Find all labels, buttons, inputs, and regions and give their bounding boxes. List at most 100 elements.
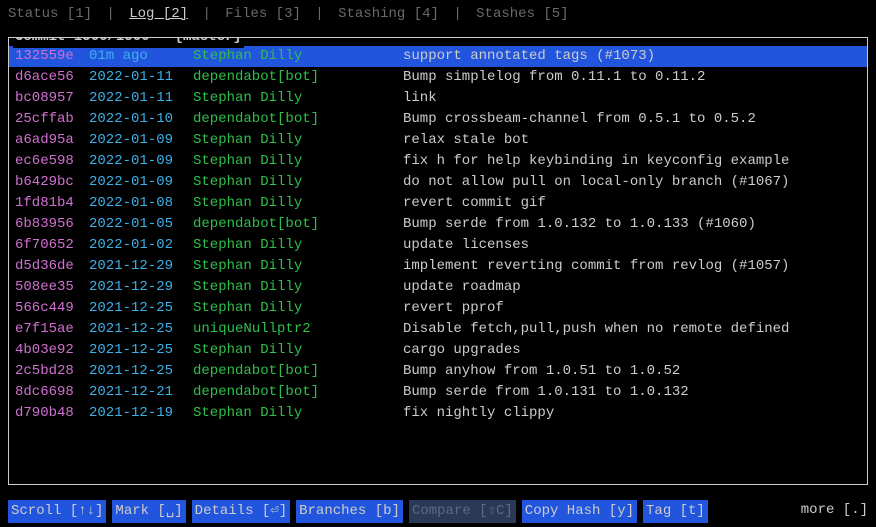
- commit-row[interactable]: 2c5bd282021-12-25dependabot[bot]Bump any…: [9, 361, 867, 382]
- commit-hash: 8dc6698: [15, 382, 89, 403]
- commit-row[interactable]: 4b03e922021-12-25Stephan Dillycargo upgr…: [9, 340, 867, 361]
- commit-row[interactable]: 508ee352021-12-29Stephan Dillyupdate roa…: [9, 277, 867, 298]
- commit-date: 2021-12-29: [89, 277, 193, 298]
- commit-message: fix h for help keybinding in keyconfig e…: [403, 151, 861, 172]
- commit-row[interactable]: ec6e5982022-01-09Stephan Dillyfix h for …: [9, 151, 867, 172]
- tab-bar: Status [1] | Log [2] | Files [3] | Stash…: [8, 4, 868, 31]
- commit-row[interactable]: 6f706522022-01-02Stephan Dillyupdate lic…: [9, 235, 867, 256]
- commit-hash: d790b48: [15, 403, 89, 424]
- commit-message: Bump crossbeam-channel from 0.5.1 to 0.5…: [403, 109, 861, 130]
- commit-author: Stephan Dilly: [193, 340, 403, 361]
- scrollbar-thumb[interactable]: [859, 48, 865, 58]
- commit-row[interactable]: 566c4492021-12-25Stephan Dillyrevert ppr…: [9, 298, 867, 319]
- commit-row[interactable]: d5d36de2021-12-29Stephan Dillyimplement …: [9, 256, 867, 277]
- commit-author: Stephan Dilly: [193, 256, 403, 277]
- commit-row[interactable]: 8dc66982021-12-21dependabot[bot]Bump ser…: [9, 382, 867, 403]
- commit-row[interactable]: 1fd81b42022-01-08Stephan Dillyrevert com…: [9, 193, 867, 214]
- commit-date: 2022-01-09: [89, 151, 193, 172]
- footer-command[interactable]: Tag [t]: [643, 500, 708, 523]
- commit-date: 2021-12-25: [89, 361, 193, 382]
- commit-author: Stephan Dilly: [193, 88, 403, 109]
- commit-row[interactable]: 25cffab2022-01-10dependabot[bot]Bump cro…: [9, 109, 867, 130]
- commit-hash: 4b03e92: [15, 340, 89, 361]
- commit-message: cargo upgrades: [403, 340, 861, 361]
- tab-files[interactable]: Files [3]: [225, 6, 301, 22]
- commit-row[interactable]: d6ace562022-01-11dependabot[bot]Bump sim…: [9, 67, 867, 88]
- tab-separator: |: [315, 6, 323, 22]
- commit-date: 2021-12-25: [89, 340, 193, 361]
- commit-message: fix nightly clippy: [403, 403, 861, 424]
- panel-title: Commit 1566/1566 - {master}: [13, 37, 244, 48]
- commit-message: update licenses: [403, 235, 861, 256]
- commit-message: Bump serde from 1.0.131 to 1.0.132: [403, 382, 861, 403]
- commit-author: Stephan Dilly: [193, 46, 403, 67]
- commit-message: Disable fetch,pull,push when no remote d…: [403, 319, 861, 340]
- commit-message: revert pprof: [403, 298, 861, 319]
- commit-hash: 2c5bd28: [15, 361, 89, 382]
- commit-author: Stephan Dilly: [193, 235, 403, 256]
- commit-message: relax stale bot: [403, 130, 861, 151]
- footer-commands: Scroll [↑↓] Mark [␣] Details [⏎] Branches […: [8, 500, 868, 523]
- commit-message: implement reverting commit from revlog (…: [403, 256, 861, 277]
- commit-date: 2022-01-10: [89, 109, 193, 130]
- commit-hash: ec6e598: [15, 151, 89, 172]
- commit-row[interactable]: b6429bc2022-01-09Stephan Dillydo not all…: [9, 172, 867, 193]
- footer-command[interactable]: Scroll [↑↓]: [8, 500, 106, 523]
- commit-hash: d6ace56: [15, 67, 89, 88]
- tab-separator: |: [453, 6, 461, 22]
- more-commands[interactable]: more [.]: [801, 500, 868, 521]
- commit-author: Stephan Dilly: [193, 403, 403, 424]
- commit-message: link: [403, 88, 861, 109]
- commit-date: 2022-01-11: [89, 67, 193, 88]
- commit-list[interactable]: 132559e01m agoStephan Dillysupport annot…: [9, 38, 867, 424]
- commit-row[interactable]: e7f15ae2021-12-25uniqueNullptr2Disable f…: [9, 319, 867, 340]
- footer-command[interactable]: Branches [b]: [296, 500, 403, 523]
- commit-date: 2022-01-11: [89, 88, 193, 109]
- commit-hash: b6429bc: [15, 172, 89, 193]
- commit-hash: bc08957: [15, 88, 89, 109]
- commit-date: 2021-12-29: [89, 256, 193, 277]
- commit-author: dependabot[bot]: [193, 382, 403, 403]
- commit-row[interactable]: d790b482021-12-19Stephan Dillyfix nightl…: [9, 403, 867, 424]
- commit-message: update roadmap: [403, 277, 861, 298]
- commit-row[interactable]: 132559e01m agoStephan Dillysupport annot…: [9, 46, 867, 67]
- tab-status[interactable]: Status [1]: [8, 6, 92, 22]
- commit-author: Stephan Dilly: [193, 151, 403, 172]
- footer-command[interactable]: Details [⏎]: [192, 500, 290, 523]
- commit-author: uniqueNullptr2: [193, 319, 403, 340]
- footer-command[interactable]: Mark [␣]: [112, 500, 185, 523]
- commit-row[interactable]: 6b839562022-01-05dependabot[bot]Bump ser…: [9, 214, 867, 235]
- tab-separator: |: [202, 6, 210, 22]
- commit-hash: 566c449: [15, 298, 89, 319]
- footer-command[interactable]: Copy Hash [y]: [522, 500, 637, 523]
- tab-log[interactable]: Log [2]: [129, 6, 188, 22]
- commit-message: Bump simplelog from 0.11.1 to 0.11.2: [403, 67, 861, 88]
- commit-date: 2021-12-21: [89, 382, 193, 403]
- tab-stashes[interactable]: Stashes [5]: [476, 6, 568, 22]
- commit-row[interactable]: a6ad95a2022-01-09Stephan Dillyrelax stal…: [9, 130, 867, 151]
- commit-panel: Commit 1566/1566 - {master} 132559e01m a…: [8, 37, 868, 485]
- commit-author: dependabot[bot]: [193, 109, 403, 130]
- commit-hash: e7f15ae: [15, 319, 89, 340]
- commit-author: dependabot[bot]: [193, 214, 403, 235]
- commit-hash: 1fd81b4: [15, 193, 89, 214]
- commit-author: Stephan Dilly: [193, 172, 403, 193]
- commit-author: dependabot[bot]: [193, 67, 403, 88]
- commit-message: Bump serde from 1.0.132 to 1.0.133 (#106…: [403, 214, 861, 235]
- commit-hash: 25cffab: [15, 109, 89, 130]
- tab-separator: |: [106, 6, 114, 22]
- commit-message: revert commit gif: [403, 193, 861, 214]
- commit-date: 2022-01-05: [89, 214, 193, 235]
- commit-date: 2021-12-19: [89, 403, 193, 424]
- commit-date: 2022-01-09: [89, 130, 193, 151]
- commit-hash: d5d36de: [15, 256, 89, 277]
- tab-stashing[interactable]: Stashing [4]: [338, 6, 439, 22]
- commit-date: 2022-01-09: [89, 172, 193, 193]
- commit-date: 2021-12-25: [89, 298, 193, 319]
- commit-message: Bump anyhow from 1.0.51 to 1.0.52: [403, 361, 861, 382]
- commit-hash: 508ee35: [15, 277, 89, 298]
- commit-hash: 132559e: [15, 46, 89, 67]
- commit-author: Stephan Dilly: [193, 130, 403, 151]
- commit-author: Stephan Dilly: [193, 277, 403, 298]
- commit-row[interactable]: bc089572022-01-11Stephan Dillylink: [9, 88, 867, 109]
